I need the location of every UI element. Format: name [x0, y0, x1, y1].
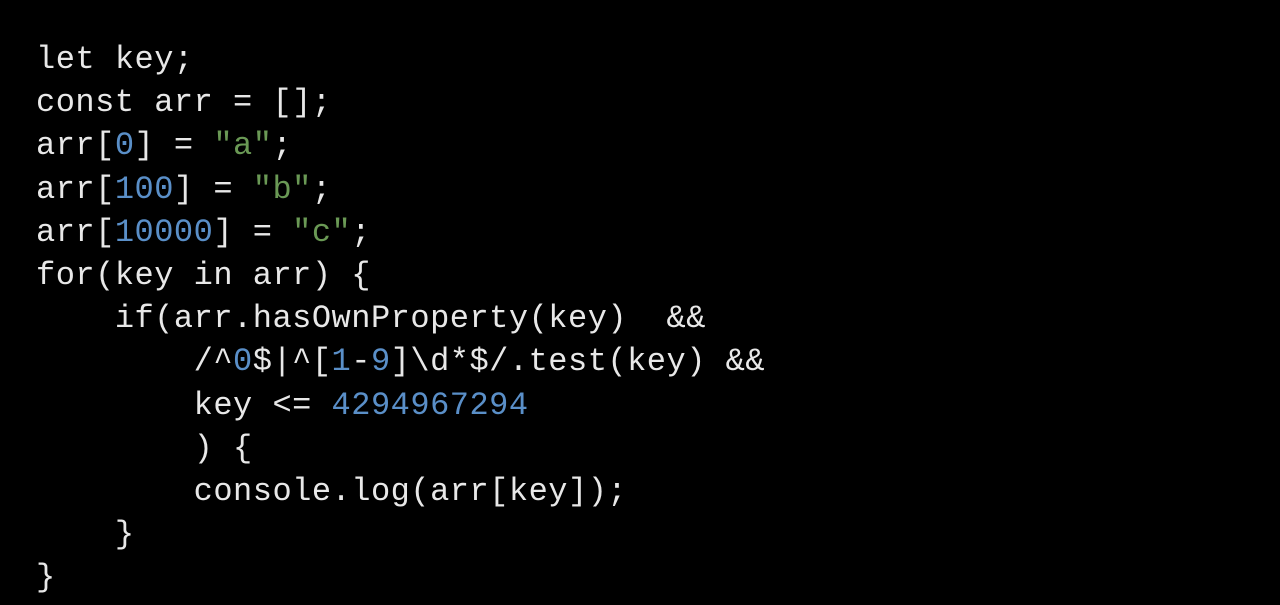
code-line: }: [36, 516, 135, 553]
code-line: const arr = [];: [36, 84, 332, 121]
code-line: for(key in arr) {: [36, 257, 371, 294]
code-line: /^0$|^[1-9]\d*$/.test(key) &&: [36, 343, 765, 380]
code-line: arr[10000] = "c";: [36, 214, 371, 251]
code-line: ) {: [36, 430, 253, 467]
code-line: arr[100] = "b";: [36, 171, 332, 208]
code-line: }: [36, 559, 56, 596]
code-line: console.log(arr[key]);: [36, 473, 627, 510]
code-line: arr[0] = "a";: [36, 127, 292, 164]
code-line: let key;: [36, 41, 194, 78]
code-block: let key; const arr = []; arr[0] = "a"; a…: [36, 38, 1244, 599]
code-line: key <= 4294967294: [36, 387, 529, 424]
code-line: if(arr.hasOwnProperty(key) &&: [36, 300, 706, 337]
